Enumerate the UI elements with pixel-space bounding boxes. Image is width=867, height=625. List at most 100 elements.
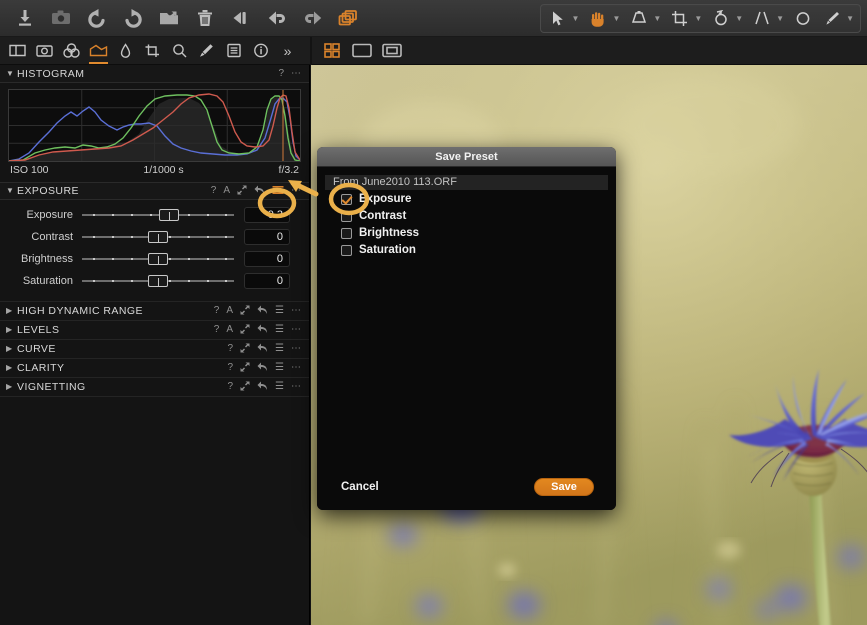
more-options-icon[interactable]: ⋯: [291, 68, 301, 79]
white-balance-tool[interactable]: ▼: [624, 5, 665, 32]
more-options-icon[interactable]: ⋯: [291, 325, 301, 335]
trash-icon[interactable]: [188, 3, 222, 33]
section-header-high-dynamic-range[interactable]: ▶ HIGH DYNAMIC RANGE ? A ☰ ⋯: [0, 302, 309, 321]
crop-tool[interactable]: ▼: [665, 5, 706, 32]
draw-mask-tool[interactable]: ▼: [817, 5, 858, 32]
slider-track-brightness[interactable]: [82, 251, 234, 267]
slider-knob-contrast[interactable]: [148, 231, 168, 243]
undo-icon[interactable]: [260, 3, 294, 33]
copy-apply-icon[interactable]: [240, 305, 250, 318]
rotate-right-icon[interactable]: [116, 3, 150, 33]
brush-caret-icon[interactable]: ▼: [846, 14, 854, 23]
single-view[interactable]: [350, 41, 374, 61]
open-folder-icon[interactable]: [152, 3, 186, 33]
copy-apply-icon[interactable]: [240, 324, 250, 337]
lens-icon[interactable]: [139, 37, 166, 64]
redo-icon[interactable]: [296, 3, 330, 33]
reset-icon[interactable]: [257, 305, 268, 318]
details-icon[interactable]: [112, 37, 139, 64]
duplicate-variant-icon[interactable]: [332, 3, 366, 33]
preset-menu-icon[interactable]: ☰: [275, 344, 284, 354]
copy-apply-icon[interactable]: [240, 343, 250, 356]
white-balance-caret-icon[interactable]: ▼: [653, 14, 661, 23]
more-options-icon[interactable]: ⋯: [291, 186, 301, 196]
section-header-levels[interactable]: ▶ LEVELS ? A ☰ ⋯: [0, 321, 309, 340]
slider-track-contrast[interactable]: [82, 229, 234, 245]
save-button[interactable]: Save: [534, 478, 594, 496]
pointer-tool[interactable]: ▼: [543, 5, 584, 32]
more-options-icon[interactable]: ⋯: [291, 344, 301, 354]
disclosure-triangle-closed-icon[interactable]: ▶: [6, 326, 17, 334]
help-icon[interactable]: ?: [227, 344, 233, 354]
disclosure-triangle-open-icon[interactable]: ▼: [6, 69, 17, 78]
preset-menu-icon[interactable]: ☰: [275, 363, 284, 373]
help-icon[interactable]: ?: [278, 68, 284, 79]
import-icon[interactable]: [8, 3, 42, 33]
auto-adjust-icon[interactable]: A: [226, 306, 233, 316]
local-adjust-icon[interactable]: [166, 37, 193, 64]
section-header-vignetting[interactable]: ▶ VIGNETTING ? ☰ ⋯: [0, 378, 309, 397]
slider-value-exposure[interactable]: 0.3: [244, 207, 290, 223]
auto-adjust-icon[interactable]: A: [226, 325, 233, 335]
slider-knob-saturation[interactable]: [148, 275, 168, 287]
adjustments-icon[interactable]: [193, 37, 220, 64]
preset-menu-icon[interactable]: [272, 185, 284, 198]
grid-view[interactable]: [320, 41, 344, 61]
preset-menu-icon[interactable]: ☰: [275, 382, 284, 392]
spot-removal-tool[interactable]: [788, 5, 817, 32]
disclosure-triangle-open-icon[interactable]: ▼: [6, 187, 17, 195]
metadata-icon[interactable]: [220, 37, 247, 64]
copy-apply-icon[interactable]: [240, 362, 250, 375]
pointer-caret-icon[interactable]: ▼: [572, 14, 580, 23]
help-icon[interactable]: ?: [227, 363, 233, 373]
exposure-icon[interactable]: [85, 37, 112, 64]
rotate-tool[interactable]: ▼: [706, 5, 747, 32]
section-header-exposure[interactable]: ▼ EXPOSURE ? A ⋯: [0, 182, 309, 200]
reset-icon[interactable]: [254, 185, 265, 198]
section-header-histogram[interactable]: ▼ HISTOGRAM ? ⋯: [0, 65, 309, 83]
checkbox-row-exposure[interactable]: Exposure: [317, 191, 616, 207]
slider-value-brightness[interactable]: 0: [244, 251, 290, 267]
preset-menu-icon[interactable]: ☰: [275, 306, 284, 316]
slider-value-contrast[interactable]: 0: [244, 229, 290, 245]
slider-knob-brightness[interactable]: [148, 253, 168, 265]
crop-caret-icon[interactable]: ▼: [694, 14, 702, 23]
slider-track-saturation[interactable]: [82, 273, 234, 289]
checkbox-saturation[interactable]: [341, 244, 352, 256]
checkbox-row-brightness[interactable]: Brightness: [317, 225, 616, 241]
disclosure-triangle-closed-icon[interactable]: ▶: [6, 383, 17, 391]
section-header-curve[interactable]: ▶ CURVE ? ☰ ⋯: [0, 340, 309, 359]
pan-hand-tool[interactable]: ▼: [583, 5, 624, 32]
preset-menu-icon[interactable]: ☰: [275, 325, 284, 335]
checkbox-row-saturation[interactable]: Saturation: [317, 242, 616, 258]
disclosure-triangle-closed-icon[interactable]: ▶: [6, 364, 17, 372]
reset-icon[interactable]: [257, 381, 268, 394]
copy-apply-icon[interactable]: [240, 381, 250, 394]
reset-icon[interactable]: [257, 343, 268, 356]
hand-caret-icon[interactable]: ▼: [612, 14, 620, 23]
help-icon[interactable]: ?: [214, 306, 220, 316]
help-icon[interactable]: ?: [211, 186, 217, 196]
keystone-tool[interactable]: ▼: [747, 5, 788, 32]
color-icon[interactable]: [58, 37, 85, 64]
auto-adjust-icon[interactable]: A: [223, 186, 230, 196]
section-header-clarity[interactable]: ▶ CLARITY ? ☰ ⋯: [0, 359, 309, 378]
more-options-icon[interactable]: ⋯: [291, 306, 301, 316]
rotate-caret-icon[interactable]: ▼: [735, 14, 743, 23]
disclosure-triangle-closed-icon[interactable]: ▶: [6, 307, 17, 315]
tool-tabs-overflow-button[interactable]: »: [274, 37, 301, 64]
checkbox-exposure[interactable]: [341, 193, 352, 205]
slider-knob-exposure[interactable]: [159, 209, 179, 221]
help-icon[interactable]: ?: [214, 325, 220, 335]
camera-icon[interactable]: [44, 3, 78, 33]
checkbox-contrast[interactable]: [341, 210, 352, 222]
disclosure-triangle-closed-icon[interactable]: ▶: [6, 345, 17, 353]
more-options-icon[interactable]: ⋯: [291, 382, 301, 392]
library-icon[interactable]: [4, 37, 31, 64]
reset-icon[interactable]: [257, 324, 268, 337]
checkbox-brightness[interactable]: [341, 227, 352, 239]
help-icon[interactable]: ?: [227, 382, 233, 392]
undo-all-icon[interactable]: [224, 3, 258, 33]
rotate-left-icon[interactable]: [80, 3, 114, 33]
reset-icon[interactable]: [257, 362, 268, 375]
